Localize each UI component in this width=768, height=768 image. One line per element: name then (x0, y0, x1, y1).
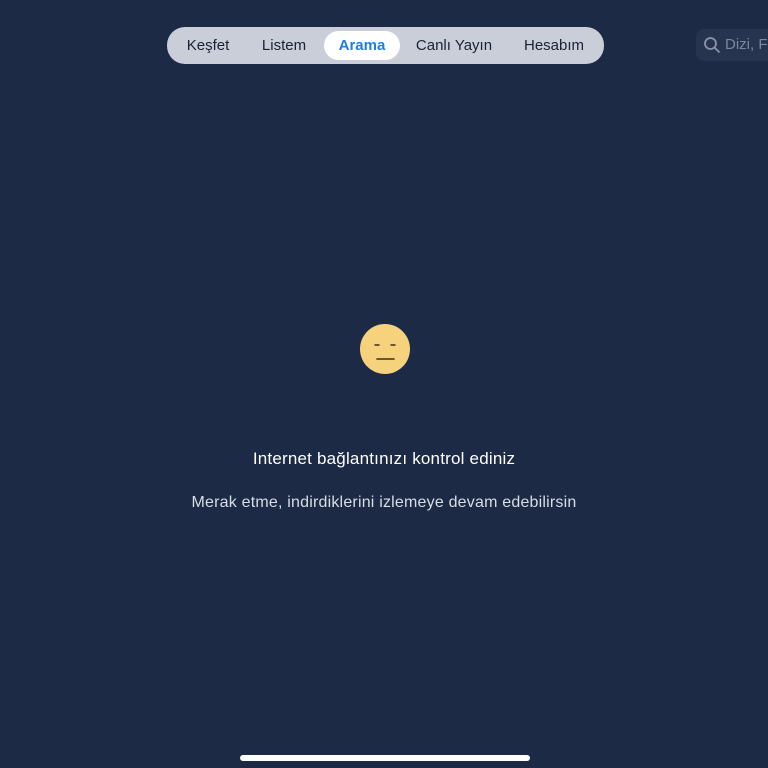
search-input[interactable]: Dizi, F (696, 29, 768, 61)
tab-arama[interactable]: Arama (324, 31, 400, 60)
tab-canli-yayin[interactable]: Canlı Yayın (405, 31, 503, 60)
search-placeholder: Dizi, F (725, 36, 768, 53)
empty-state-subtitle: Merak etme, indirdiklerini izlemeye deva… (191, 494, 577, 511)
tab-listem[interactable]: Listem (249, 31, 319, 60)
home-indicator[interactable] (240, 755, 530, 761)
tab-kesfet[interactable]: Keşfet (175, 31, 241, 60)
neutral-face-icon (360, 324, 410, 374)
segmented-tab-bar: Keşfet Listem Arama Canlı Yayın Hesabım (167, 27, 604, 64)
empty-state-title: Internet bağlantınızı kontrol ediniz (252, 449, 516, 468)
app-screen: Keşfet Listem Arama Canlı Yayın Hesabım … (0, 0, 768, 768)
search-icon (704, 37, 720, 53)
tab-hesabim[interactable]: Hesabım (511, 31, 597, 60)
